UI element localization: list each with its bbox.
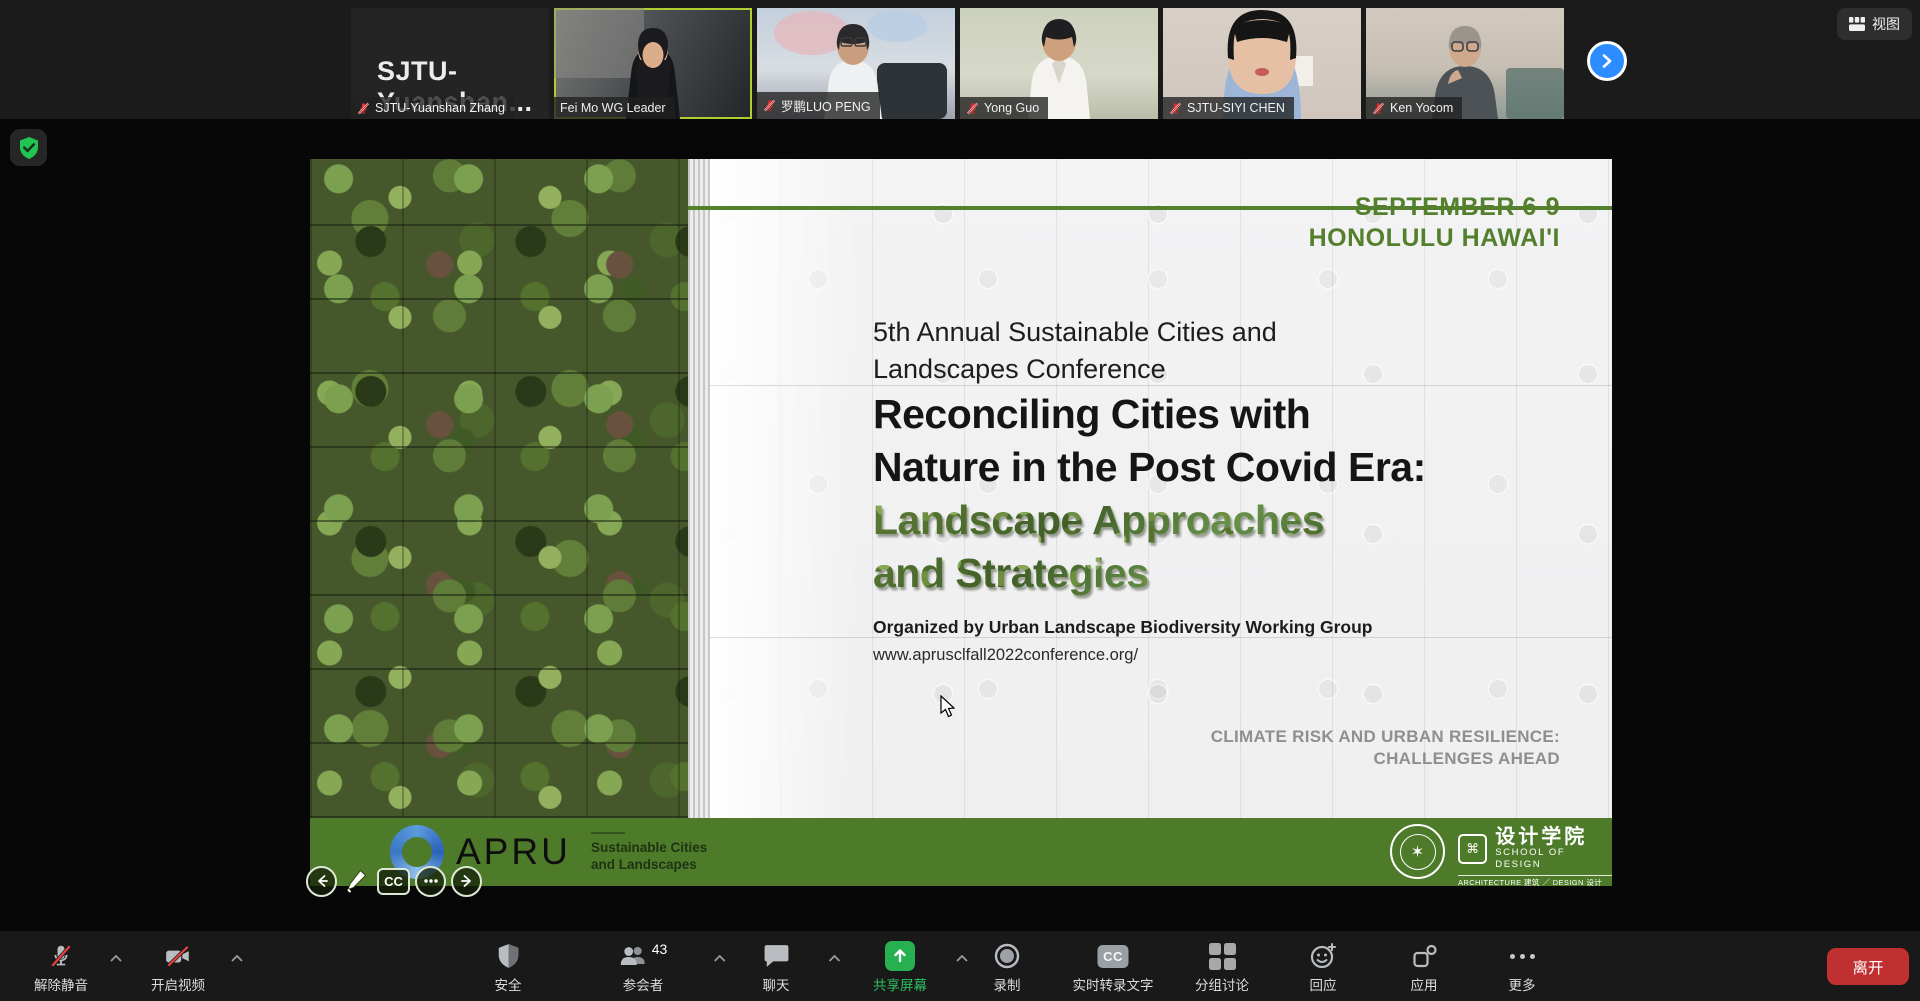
school-badge-icon: ⌘	[1458, 834, 1487, 864]
ellipsis-icon	[1507, 941, 1537, 971]
session-title: CLIMATE RISK AND URBAN RESILIENCE: CHALL…	[1211, 726, 1560, 770]
chat-button[interactable]: 聊天	[763, 931, 790, 1001]
leave-meeting-button[interactable]: 离开	[1827, 948, 1909, 985]
share-screen-icon	[885, 941, 915, 971]
chevron-up-icon[interactable]	[231, 949, 243, 967]
zoom-meeting-window: SJTU-Yuanshan... SJTU-Yuanshan Zhang Fei…	[0, 0, 1920, 1001]
muted-mic-icon	[763, 99, 776, 112]
muted-mic-icon	[1169, 102, 1182, 115]
muted-mic-icon	[966, 102, 979, 115]
green-plant-wall-image	[310, 159, 688, 818]
participants-count: 43	[652, 941, 668, 957]
reactions-smiley-icon	[1309, 942, 1337, 970]
previous-slide-button[interactable]	[306, 866, 337, 897]
organizer-line: Organized by Urban Landscape Biodiversit…	[873, 617, 1373, 638]
apps-icon	[1411, 943, 1437, 969]
participants-icon	[619, 944, 649, 968]
participant-name-label: Yong Guo	[960, 97, 1048, 119]
unmute-button[interactable]: 解除静音	[34, 931, 88, 1001]
apru-program-name: Sustainable Cities and Landscapes	[591, 839, 707, 873]
security-shield-icon	[496, 943, 520, 969]
video-tile-yuanshan-zhang[interactable]: SJTU-Yuanshan... SJTU-Yuanshan Zhang	[351, 8, 549, 119]
video-tile-ken-yocom[interactable]: Ken Yocom	[1366, 8, 1564, 119]
presentation-slide: SEPTEMBER 6-9 HONOLULU HAWAI'I 5th Annua…	[310, 159, 1612, 886]
more-button[interactable]: 更多	[1507, 931, 1537, 1001]
breakout-rooms-button[interactable]: 分组讨论	[1195, 931, 1249, 1001]
security-button[interactable]: 安全	[495, 931, 522, 1001]
arrow-right-icon	[460, 874, 474, 888]
breakout-rooms-icon	[1209, 943, 1236, 970]
university-seal-icon: ✶	[1390, 824, 1445, 879]
muted-mic-icon	[1372, 102, 1385, 115]
captions-button[interactable]: CC	[377, 868, 410, 895]
chat-bubble-icon	[763, 944, 789, 968]
view-button[interactable]: 视图	[1837, 8, 1912, 40]
gallery-view-icon	[1849, 17, 1865, 31]
conference-title: Reconciling Cities with Nature in the Po…	[873, 388, 1426, 494]
participant-name-label: Fei Mo WG Leader	[554, 97, 675, 119]
mouse-cursor	[938, 695, 958, 719]
conference-url: www.aprusclfall2022conference.org/	[873, 646, 1138, 665]
participant-name-label: SJTU-Yuanshan Zhang	[351, 97, 514, 119]
wall-highlight	[710, 159, 860, 818]
video-strip: SJTU-Yuanshan... SJTU-Yuanshan Zhang Fei…	[0, 0, 1920, 119]
ellipsis-icon	[424, 879, 438, 883]
video-tile-fei-mo[interactable]: Fei Mo WG Leader	[554, 8, 752, 119]
video-tile-siyi-chen[interactable]: SJTU-SIYI CHEN	[1163, 8, 1361, 119]
live-transcript-button[interactable]: CC 实时转录文字	[1073, 931, 1154, 1001]
next-slide-button[interactable]	[451, 866, 482, 897]
school-of-design-logo: ⌘ 设计学院 SCHOOL OF DESIGN ARCHITECTURE 建筑 …	[1458, 827, 1612, 886]
conference-subtitle: 5th Annual Sustainable Cities and Landsc…	[873, 314, 1277, 388]
arrow-left-icon	[315, 874, 329, 888]
participant-name-label: SJTU-SIYI CHEN	[1163, 97, 1294, 119]
record-button[interactable]: 录制	[993, 931, 1021, 1001]
meeting-toolbar: 解除静音 开启视频	[0, 931, 1920, 1001]
camera-off-icon	[164, 943, 192, 969]
meeting-security-badge[interactable]	[10, 129, 47, 166]
wall-edge	[688, 159, 710, 818]
more-options-button[interactable]	[415, 866, 446, 897]
apps-button[interactable]: 应用	[1411, 931, 1438, 1001]
reactions-button[interactable]: 回应	[1309, 931, 1337, 1001]
slide-footer-bar: APRU Sustainable Cities and Landscapes ✶…	[310, 818, 1612, 886]
chevron-up-icon[interactable]	[956, 949, 968, 967]
chevron-up-icon[interactable]	[110, 949, 122, 967]
participant-name-label: Ken Yocom	[1366, 97, 1462, 119]
presentation-controls: CC	[306, 864, 482, 898]
conference-title-accent: Landscape Approaches and Strategies	[873, 494, 1324, 600]
video-tile-yong-guo[interactable]: Yong Guo	[960, 8, 1158, 119]
conference-date: SEPTEMBER 6-9 HONOLULU HAWAI'I	[1309, 192, 1560, 254]
muted-mic-icon	[357, 102, 370, 115]
shared-screen-stage: SEPTEMBER 6-9 HONOLULU HAWAI'I 5th Annua…	[0, 119, 1920, 931]
participants-button[interactable]: 43 参会者	[619, 931, 668, 1001]
closed-captions-icon: CC	[1098, 945, 1129, 968]
record-icon	[993, 942, 1021, 970]
muted-mic-icon	[48, 943, 74, 969]
chevron-up-icon[interactable]	[714, 949, 726, 967]
start-video-button[interactable]: 开启视频	[151, 931, 205, 1001]
chevron-right-icon	[1599, 53, 1615, 69]
security-shield-check-icon	[18, 136, 40, 160]
chevron-up-icon[interactable]	[829, 949, 841, 967]
pencil-icon	[346, 868, 368, 894]
next-page-participants-button[interactable]	[1587, 41, 1627, 81]
video-tile-luo-peng[interactable]: 罗鹏LUO PENG	[757, 8, 955, 119]
pen-tool-button[interactable]	[342, 864, 372, 898]
participant-name-label: 罗鹏LUO PENG	[757, 92, 880, 119]
share-screen-button[interactable]: 共享屏幕	[873, 931, 927, 1001]
